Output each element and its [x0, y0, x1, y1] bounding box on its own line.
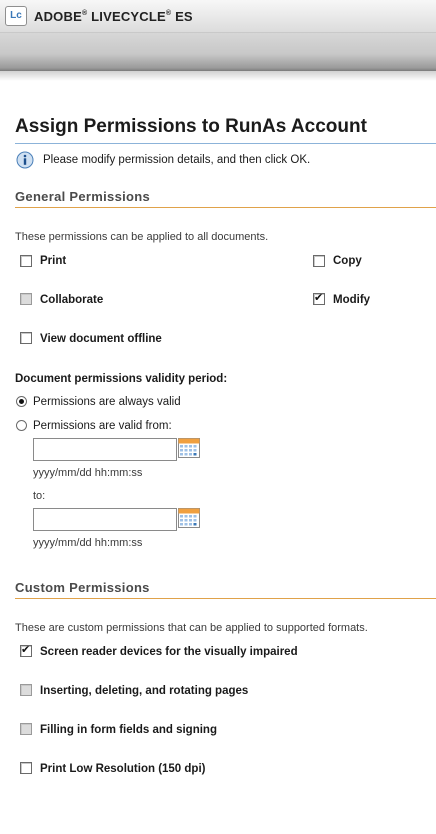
valid-to-format-hint: yyyy/mm/dd hh:mm:ss — [33, 537, 143, 549]
info-message: Please modify permission details, and th… — [43, 154, 311, 166]
app-titlebar: Lc ADOBE® LIVECYCLE® ES — [0, 0, 436, 33]
valid-from-format-hint: yyyy/mm/dd hh:mm:ss — [33, 467, 143, 479]
form-filling-checkbox[interactable] — [20, 723, 32, 735]
registered-mark-icon: ® — [165, 10, 172, 17]
custom-permissions-divider — [15, 598, 436, 599]
print-label: Print — [40, 255, 67, 267]
copy-checkbox[interactable] — [313, 255, 325, 267]
app-title-livecycle: LIVECYCLE — [91, 9, 166, 24]
collaborate-label: Collaborate — [40, 294, 104, 306]
always-valid-label: Permissions are always valid — [33, 396, 181, 408]
screen-reader-label: Screen reader devices for the visually i… — [40, 646, 298, 658]
custom-permissions-heading: Custom Permissions — [15, 580, 150, 595]
registered-mark-icon: ® — [81, 10, 88, 17]
print-low-res-label: Print Low Resolution (150 dpi) — [40, 763, 206, 775]
livecycle-logo: Lc — [5, 6, 27, 26]
radio-selected-dot — [19, 399, 24, 404]
view-offline-label: View document offline — [40, 333, 162, 345]
toolbar-shadow — [0, 71, 436, 81]
calendar-icon[interactable] — [178, 508, 200, 528]
print-checkbox[interactable] — [20, 255, 32, 267]
valid-from-radio[interactable] — [16, 420, 27, 431]
general-permissions-divider — [15, 207, 436, 208]
general-permissions-description: These permissions can be applied to all … — [15, 231, 269, 243]
always-valid-radio[interactable] — [16, 396, 27, 407]
print-low-res-checkbox[interactable] — [20, 762, 32, 774]
checkmark-icon: ✔ — [314, 292, 324, 304]
title-divider — [15, 143, 436, 144]
modify-label: Modify — [333, 294, 371, 306]
validity-heading: Document permissions validity period: — [15, 373, 228, 385]
custom-permissions-description: These are custom permissions that can be… — [15, 622, 368, 634]
view-offline-checkbox[interactable] — [20, 332, 32, 344]
page-editing-label: Inserting, deleting, and rotating pages — [40, 685, 249, 697]
calendar-icon[interactable] — [178, 438, 200, 458]
collaborate-checkbox[interactable] — [20, 293, 32, 305]
copy-label: Copy — [333, 255, 362, 267]
screen-reader-checkbox[interactable]: ✔ — [20, 644, 32, 657]
general-permissions-heading: General Permissions — [15, 189, 151, 204]
app-title-es: ES — [175, 9, 193, 24]
info-icon — [16, 151, 34, 169]
page-title: Assign Permissions to RunAs Account — [15, 116, 367, 137]
app-title-adobe: ADOBE — [34, 9, 82, 24]
valid-from-label: Permissions are valid from: — [33, 420, 172, 432]
checkmark-icon: ✔ — [21, 644, 31, 656]
app-title: ADOBE® LIVECYCLE® ES — [34, 9, 193, 24]
toolbar — [0, 33, 436, 71]
modify-checkbox[interactable]: ✔ — [313, 292, 325, 305]
form-filling-label: Filling in form fields and signing — [40, 724, 217, 736]
valid-from-date-field[interactable] — [33, 438, 177, 461]
page-editing-checkbox[interactable] — [20, 684, 32, 696]
valid-to-date-field[interactable] — [33, 508, 177, 531]
valid-to-label: to: — [33, 490, 46, 502]
